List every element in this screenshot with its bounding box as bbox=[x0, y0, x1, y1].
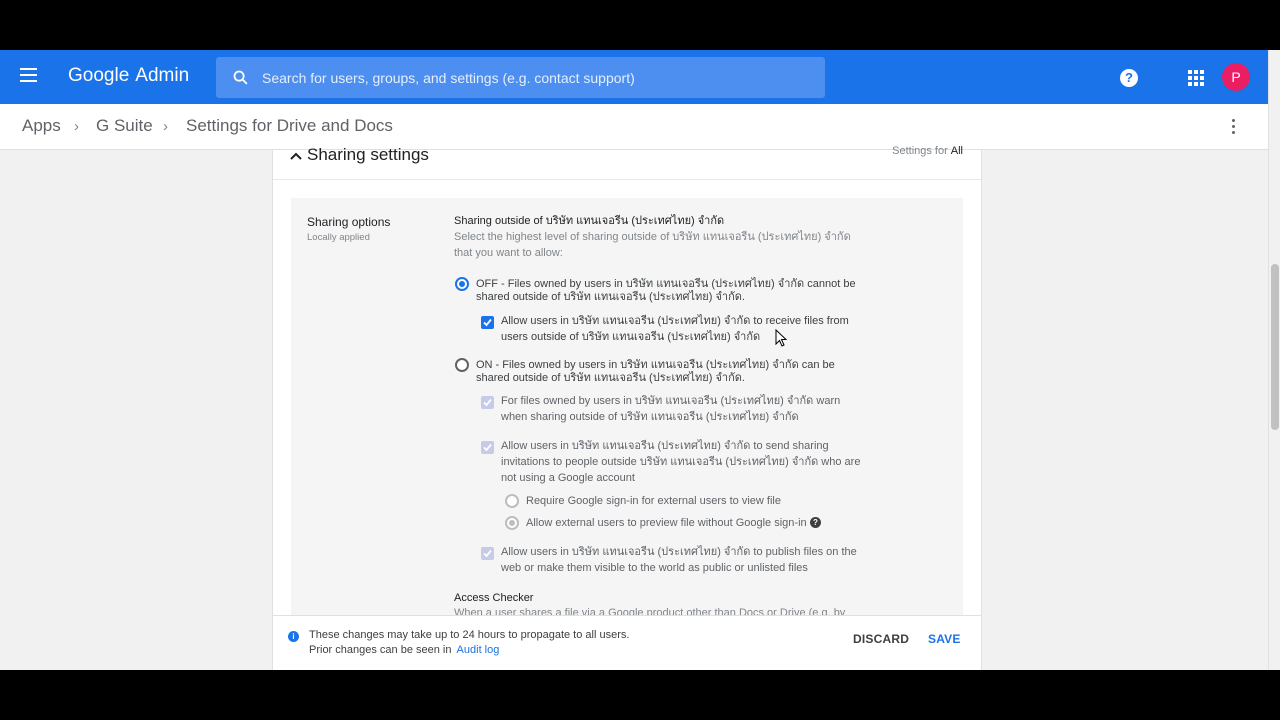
allow-preview-label: Allow external users to preview file wit… bbox=[526, 517, 807, 529]
discard-button[interactable]: DISCARD bbox=[853, 632, 909, 646]
off-option-line2: shared outside of บริษัท แทนเจอรีน (ประเ… bbox=[476, 291, 745, 303]
help-circle-icon[interactable]: ? bbox=[810, 517, 821, 528]
invite-checkbox[interactable] bbox=[481, 441, 494, 454]
warn-line2: when sharing outside of บริษัท แทนเจอรีน… bbox=[501, 411, 799, 423]
settings-for-label: Settings for bbox=[892, 145, 948, 157]
access-checker-title: Access Checker bbox=[454, 592, 534, 604]
sharing-description-1: Select the highest level of sharing outs… bbox=[454, 231, 851, 243]
check-icon bbox=[483, 318, 492, 327]
search-icon bbox=[233, 70, 248, 85]
allow-receive-line1: Allow users in บริษัท แทนเจอรีน (ประเทศไ… bbox=[501, 315, 849, 327]
page-scrollbar[interactable] bbox=[1268, 50, 1280, 670]
section-label: Sharing options bbox=[307, 215, 391, 229]
allow-receive-line2: users outside of บริษัท แทนเจอรีน (ประเท… bbox=[501, 331, 761, 343]
mouse-cursor-icon bbox=[775, 329, 787, 347]
invite-line2: invitations to people outside บริษัท แทน… bbox=[501, 456, 861, 468]
chevron-up-icon[interactable] bbox=[289, 150, 303, 164]
invite-line3: not using a Google account bbox=[501, 472, 635, 484]
sharing-heading: Sharing outside of บริษัท แทนเจอรีน (ประ… bbox=[454, 215, 725, 227]
breadcrumb-apps[interactable]: Apps bbox=[22, 116, 61, 136]
hamburger-menu-icon[interactable] bbox=[20, 68, 40, 86]
breadcrumb-current: Settings for Drive and Docs bbox=[186, 116, 393, 135]
warn-checkbox[interactable] bbox=[481, 396, 494, 409]
search-input[interactable] bbox=[262, 57, 812, 98]
settings-scope: Settings for All bbox=[892, 145, 963, 157]
card-header: Sharing settings Settings for All bbox=[273, 145, 981, 180]
publish-checkbox[interactable] bbox=[481, 547, 494, 560]
audit-log-link[interactable]: Audit log bbox=[457, 644, 500, 656]
top-app-bar: GoogleAdmin ? P bbox=[0, 50, 1268, 104]
breadcrumb: Apps › G Suite › Settings for Drive and … bbox=[0, 104, 1268, 150]
chevron-right-icon: › bbox=[163, 118, 168, 135]
apps-grid-icon[interactable] bbox=[1188, 70, 1204, 86]
save-changes-bar: i These changes may take up to 24 hours … bbox=[272, 615, 982, 670]
publish-line2: web or make them visible to the world as… bbox=[501, 562, 808, 574]
sharing-settings-card: Sharing settings Settings for All Sharing… bbox=[272, 145, 982, 670]
sharing-off-radio[interactable] bbox=[455, 277, 469, 291]
admin-console-window: GoogleAdmin ? P Apps › G Suite › Setting… bbox=[0, 50, 1268, 670]
sharing-on-radio[interactable] bbox=[455, 358, 469, 372]
info-icon: i bbox=[288, 631, 299, 642]
warn-line1: For files owned by users in บริษัท แทนเจ… bbox=[501, 395, 841, 407]
section-sublabel: Locally applied bbox=[307, 232, 370, 243]
scrollbar-thumb[interactable] bbox=[1271, 264, 1279, 430]
require-signin-label: Require Google sign-in for external user… bbox=[526, 495, 781, 507]
publish-line1: Allow users in บริษัท แทนเจอรีน (ประเทศไ… bbox=[501, 546, 857, 558]
propagation-notice: These changes may take up to 24 hours to… bbox=[309, 629, 630, 641]
invite-line1: Allow users in บริษัท แทนเจอรีน (ประเทศไ… bbox=[501, 440, 829, 452]
allow-receive-checkbox[interactable] bbox=[481, 316, 494, 329]
account-avatar[interactable]: P bbox=[1222, 63, 1250, 91]
sharing-options-section: Sharing options Locally applied Sharing … bbox=[291, 198, 963, 670]
save-button[interactable]: SAVE bbox=[928, 632, 961, 646]
allow-preview-radio[interactable] bbox=[505, 516, 519, 530]
product-logo[interactable]: Google Admin bbox=[68, 65, 189, 87]
check-icon bbox=[483, 549, 492, 558]
search-box[interactable] bbox=[216, 57, 825, 98]
brand-google: Google bbox=[68, 65, 130, 86]
brand-admin: Admin bbox=[135, 65, 190, 86]
sharing-description-2: that you want to allow: bbox=[454, 247, 563, 259]
breadcrumb-gsuite[interactable]: G Suite bbox=[96, 116, 153, 136]
on-option-line2: shared outside of บริษัท แทนเจอรีน (ประเ… bbox=[476, 372, 745, 384]
prior-changes-label: Prior changes can be seen in bbox=[309, 644, 452, 656]
chevron-right-icon: › bbox=[74, 118, 79, 135]
require-signin-radio[interactable] bbox=[505, 494, 519, 508]
card-title: Sharing settings bbox=[307, 145, 429, 164]
help-icon[interactable]: ? bbox=[1120, 69, 1138, 87]
prior-changes-text: Prior changes can be seen in Audit log bbox=[309, 644, 499, 656]
more-vert-icon[interactable] bbox=[1232, 119, 1236, 135]
settings-for-value: All bbox=[950, 145, 963, 157]
check-icon bbox=[483, 443, 492, 452]
check-icon bbox=[483, 398, 492, 407]
